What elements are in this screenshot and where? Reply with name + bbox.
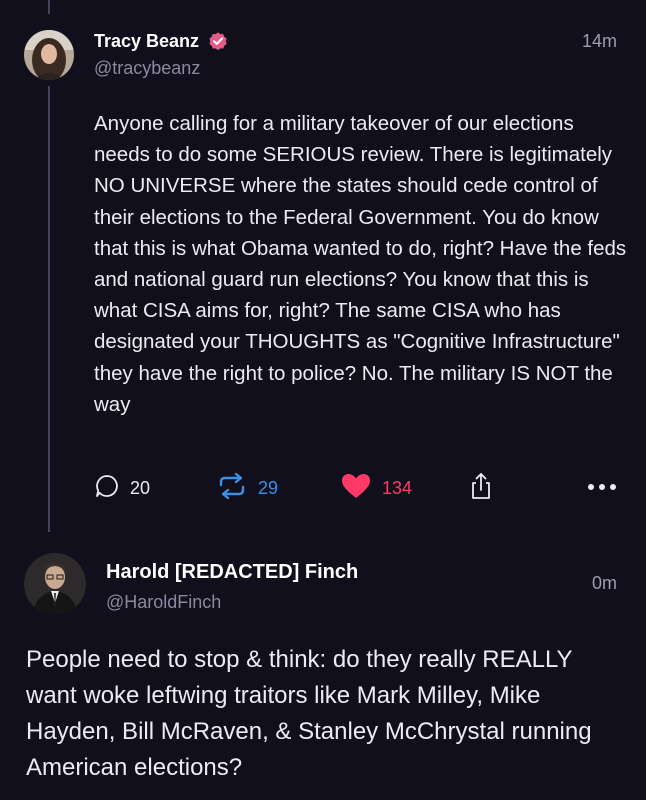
author-name[interactable]: Tracy Beanz	[94, 31, 199, 52]
thread-line	[48, 86, 50, 532]
repost-count: 29	[258, 477, 279, 498]
post-body: Anyone calling for a military takeover o…	[94, 112, 627, 416]
action-bar: 20 29 134	[94, 472, 624, 504]
timestamp[interactable]: 14m	[582, 31, 617, 52]
avatar-photo	[24, 553, 86, 615]
repost-button[interactable]: 29	[216, 472, 278, 504]
author-name[interactable]: Harold [REDACTED] Finch	[106, 561, 358, 584]
more-icon	[586, 479, 618, 497]
author-handle[interactable]: @HaroldFinch	[106, 592, 221, 613]
reply-button[interactable]: 20	[94, 472, 150, 504]
like-count: 134	[382, 477, 413, 498]
author-handle[interactable]: @tracybeanz	[94, 58, 200, 79]
more-options-button[interactable]	[586, 472, 618, 504]
share-icon	[468, 471, 494, 506]
post-body: People need to stop & think: do they rea…	[26, 646, 592, 781]
avatar[interactable]	[24, 553, 86, 615]
reply-icon	[94, 473, 120, 504]
heart-icon	[340, 472, 372, 505]
avatar[interactable]	[24, 30, 74, 80]
like-button[interactable]: 134	[340, 472, 412, 504]
reply-count: 20	[130, 477, 151, 498]
verified-badge-icon	[207, 30, 229, 52]
thread-line-top	[48, 0, 50, 14]
repost-icon	[216, 472, 248, 505]
share-button[interactable]	[468, 472, 494, 504]
timestamp[interactable]: 0m	[592, 573, 617, 594]
avatar-photo	[24, 30, 74, 80]
